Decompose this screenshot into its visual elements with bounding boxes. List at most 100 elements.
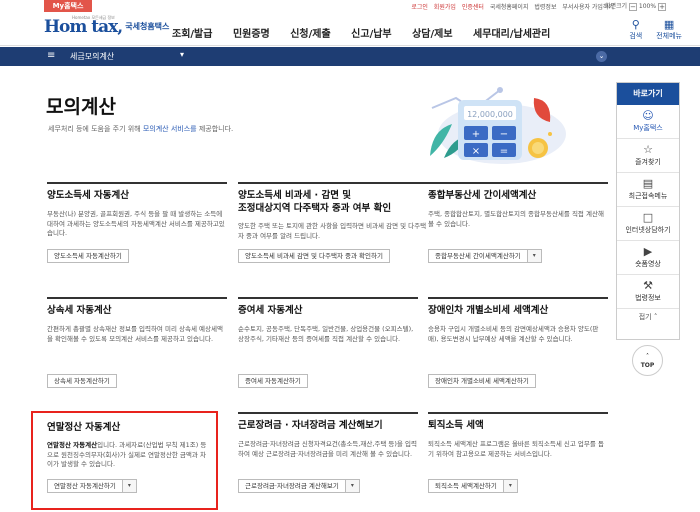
chevron-down-icon[interactable]: ▾ bbox=[503, 479, 518, 493]
quick-item-online-consult[interactable]: □ 인터넷상담하기 bbox=[617, 207, 679, 241]
nts-homepage-link[interactable]: 국세청홈페이지 bbox=[490, 4, 529, 11]
quick-item-my-hometax[interactable]: ☺ My홈택스 bbox=[617, 105, 679, 139]
calculator-illustration: 12,000,000 + − × = bbox=[430, 87, 566, 164]
quick-item-label: 인터넷상담하기 bbox=[625, 226, 671, 234]
hamburger-icon[interactable]: ≡ bbox=[47, 50, 55, 61]
gnb-application[interactable]: 신청/제출 bbox=[290, 29, 330, 40]
quick-item-label: 즐겨찾기 bbox=[635, 158, 661, 166]
star-icon: ☆ bbox=[643, 143, 653, 156]
gnb-report-pay[interactable]: 신고/납부 bbox=[351, 29, 391, 40]
capital-gains-calc-button[interactable]: 양도소득세 자동계산하기 bbox=[47, 249, 129, 263]
card-actions: 양도소득세 자동계산하기 bbox=[47, 249, 129, 263]
gnb-inquiry[interactable]: 조회/발급 bbox=[172, 29, 212, 40]
desc-link-text: 모의계산 서비스를 bbox=[142, 125, 197, 133]
zoom-value: 100% bbox=[638, 3, 657, 10]
quick-menu-panel: 바로가기 ☺ My홈택스 ☆ 즐겨찾기 ▤ 최근접속메뉴 □ 인터넷상담하기 ▶… bbox=[616, 82, 680, 340]
real-estate-calc-button[interactable]: 종합부동산세 간이세액계산하기 bbox=[428, 249, 528, 263]
calc-display: 12,000,000 bbox=[467, 110, 513, 119]
card-capital-gains: 양도소득세 자동계산 부동산(나) 분양권, 골프회원권, 주식 등을 팔 때 … bbox=[47, 182, 227, 282]
card-divider bbox=[428, 412, 608, 414]
law-info-link[interactable]: 법령정보 bbox=[534, 4, 556, 11]
card-title: 양도소득세 비과세 · 감면 및 bbox=[238, 190, 351, 201]
exemption-check-button[interactable]: 양도소득세 비과세 감면 및 다주택자 중과 확인하기 bbox=[238, 249, 390, 263]
card-actions: 퇴직소득 세액계산하기 ▾ bbox=[428, 479, 518, 493]
chevron-down-icon[interactable]: ▾ bbox=[527, 249, 542, 263]
card-divider bbox=[238, 182, 428, 184]
card-actions: 증여세 자동계산하기 bbox=[238, 374, 308, 388]
card-actions: 장애인차 개별소비세 세액계산하기 bbox=[428, 374, 536, 388]
play-icon: ▶ bbox=[643, 245, 653, 258]
card-title: 종합부동산세 간이세액계산 bbox=[428, 190, 537, 201]
svg-text:−: − bbox=[500, 129, 508, 140]
quick-menu-fold[interactable]: 접기 ˄ bbox=[617, 309, 679, 322]
cert-center-link[interactable]: 인증센터 bbox=[462, 4, 484, 11]
login-link[interactable]: 로그인 bbox=[411, 4, 428, 11]
chevron-up-icon: ˄ bbox=[646, 353, 649, 360]
card-title: 근로장려금 · 자녀장려금 계산해보기 bbox=[238, 420, 383, 431]
header-icons: ⚲ 검색 ▦ 전체메뉴 bbox=[629, 19, 682, 41]
card-divider bbox=[47, 182, 227, 184]
svg-text:+: + bbox=[472, 129, 480, 140]
gnb-consult[interactable]: 상담/제보 bbox=[412, 29, 452, 40]
chevron-down-icon[interactable]: ▾ bbox=[180, 50, 184, 59]
card-comprehensive-real-estate: 종합부동산세 간이세액계산 주택, 종합합산토지, 별도합산토지의 종합부동산세… bbox=[428, 182, 608, 282]
card-capital-gains-exemption: 양도소득세 비과세 · 감면 및 조정대상지역 다주택자 중과 여부 확인 양도… bbox=[238, 182, 428, 282]
my-hometax-tab[interactable]: My홈택스 bbox=[44, 0, 92, 12]
card-title: 퇴직소득 세액 bbox=[428, 420, 484, 431]
inheritance-calc-button[interactable]: 상속세 자동계산하기 bbox=[47, 374, 117, 388]
card-title: 양도소득세 자동계산 bbox=[47, 190, 129, 201]
all-menu-button[interactable]: ▦ 전체메뉴 bbox=[656, 19, 682, 41]
quick-item-label: 숏폼영상 bbox=[635, 260, 661, 268]
quick-item-law-info[interactable]: ⚒ 법령정보 bbox=[617, 275, 679, 309]
card-title-line2: 조정대상지역 다주택자 중과 여부 확인 bbox=[238, 203, 392, 214]
all-menu-label: 전체메뉴 bbox=[656, 32, 682, 40]
scroll-top-button[interactable]: ˄ TOP bbox=[632, 345, 663, 376]
gnb-tax-agent[interactable]: 세무대리/납세관리 bbox=[473, 29, 550, 40]
card-title: 상속세 자동계산 bbox=[47, 305, 112, 316]
card-gift-tax: 증여세 자동계산 순수토지, 공동주택, 단독주택, 일반건물, 상업용건물 (… bbox=[238, 297, 418, 397]
signup-link[interactable]: 회원가입 bbox=[434, 4, 456, 11]
zoom-in-button[interactable]: + bbox=[658, 2, 666, 11]
card-description: 양도한 주택 또는 토지에 관한 사항을 입력하면 비과세 감면 및 다주택자 … bbox=[238, 222, 427, 240]
search-button[interactable]: ⚲ 검색 bbox=[629, 19, 642, 41]
highlight-box bbox=[31, 411, 218, 510]
chevron-down-circle-icon[interactable]: ⌄ bbox=[596, 51, 607, 62]
card-description: 주택, 종합합산토지, 별도합산토지의 종합부동산세를 직접 계산해 볼 수 있… bbox=[428, 210, 604, 228]
card-description: 부동산(나) 분양권, 골프회원권, 주식 등을 팔 때 발생하는 소득에 대하… bbox=[47, 210, 225, 237]
global-nav: 조회/발급 민원증명 신청/제출 신고/납부 상담/제보 세무대리/납세관리 bbox=[172, 25, 567, 40]
card-description: 간편하게 총괄별 상속재산 정보를 입력하여 미리 상속세 예상세액을 확인해볼… bbox=[47, 325, 223, 343]
income-credit-calc-button[interactable]: 근로장려금·자녀장려금 계산해보기 bbox=[238, 479, 346, 493]
quick-item-favorites[interactable]: ☆ 즐겨찾기 bbox=[617, 139, 679, 173]
fold-label: 접기 bbox=[638, 313, 652, 321]
retirement-calc-button[interactable]: 퇴직소득 세액계산하기 bbox=[428, 479, 504, 493]
breadcrumb[interactable]: 세금모의계산 bbox=[70, 51, 114, 62]
card-divider bbox=[238, 412, 418, 414]
gavel-icon: ⚒ bbox=[643, 279, 653, 292]
top-label: TOP bbox=[640, 362, 655, 369]
zoom-out-button[interactable]: − bbox=[629, 2, 637, 11]
card-description: 근로장려금·자녀장려금 신청자격요건(총소득,재산,주택 등)을 입력하여 예상… bbox=[238, 440, 417, 458]
card-description: 퇴직소득 세액계산 프로그램은 올바른 퇴직소득세 신고 업무를 돕기 위하여 … bbox=[428, 440, 604, 458]
hometax-logo[interactable]: Hometax 모든세금 정보 Hom tax, 국세청홈택스 bbox=[44, 15, 169, 41]
zoom-control: 화면크기 − 100% + bbox=[605, 1, 666, 11]
quick-menu-title: 바로가기 bbox=[617, 83, 679, 105]
quick-item-shorts[interactable]: ▶ 숏폼영상 bbox=[617, 241, 679, 275]
card-actions: 종합부동산세 간이세액계산하기 ▾ bbox=[428, 249, 542, 263]
card-retirement-income: 퇴직소득 세액 퇴직소득 세액계산 프로그램은 올바른 퇴직소득세 신고 업무를… bbox=[428, 412, 608, 512]
utility-links: 로그인 회원가입 인증센터 국세청홈페이지 법령정보 부서사용자 가입하기 bbox=[407, 2, 614, 11]
page-description: 세무처리 등에 도움을 주기 위해 모의계산 서비스를 제공합니다. bbox=[48, 124, 233, 134]
gift-tax-calc-button[interactable]: 증여세 자동계산하기 bbox=[238, 374, 308, 388]
quick-item-recent[interactable]: ▤ 최근접속메뉴 bbox=[617, 173, 679, 207]
zoom-label: 화면크기 bbox=[604, 3, 628, 10]
quick-item-label: 최근접속메뉴 bbox=[628, 192, 668, 200]
card-actions: 근로장려금·자녀장려금 계산해보기 ▾ bbox=[238, 479, 360, 493]
chevron-up-icon: ˄ bbox=[653, 313, 658, 321]
chevron-down-icon[interactable]: ▾ bbox=[345, 479, 360, 493]
card-title: 증여세 자동계산 bbox=[238, 305, 303, 316]
vehicle-tax-calc-button[interactable]: 장애인차 개별소비세 세액계산하기 bbox=[428, 374, 536, 388]
card-earned-income-credit: 근로장려금 · 자녀장려금 계산해보기 근로장려금·자녀장려금 신청자격요건(총… bbox=[238, 412, 418, 512]
gnb-certificate[interactable]: 민원증명 bbox=[233, 29, 270, 40]
logo-tagline: Hometax 모든세금 정보 bbox=[72, 15, 115, 20]
grid-icon: ▦ bbox=[663, 18, 675, 31]
chat-icon: □ bbox=[642, 211, 654, 224]
